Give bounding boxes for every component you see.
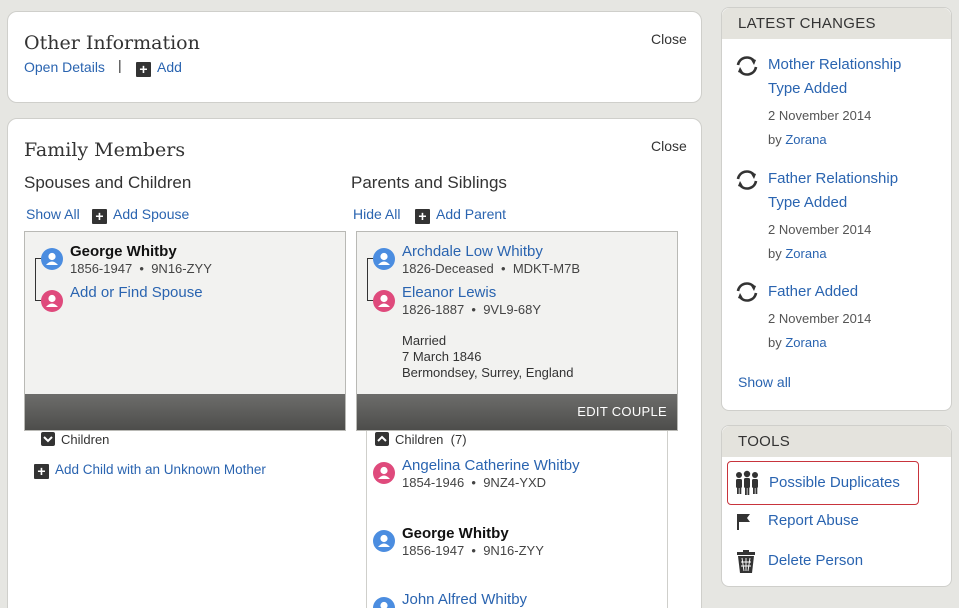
change-by: by Zorana xyxy=(768,246,827,261)
spouse-children-toggle[interactable]: Children xyxy=(41,432,109,447)
mother-dates: 1826-1887 • 9VL9-68Y xyxy=(402,302,542,317)
person-dates: 1856-1947 • 9N16-ZYY xyxy=(70,261,212,276)
change-user-link[interactable]: Zorana xyxy=(785,246,826,261)
show-all-changes-link[interactable]: Show all xyxy=(738,374,791,390)
add-child-label: Add Child with an Unknown Mother xyxy=(55,462,266,477)
possible-duplicates-button[interactable]: Possible Duplicates xyxy=(727,461,919,505)
chevron-down-icon xyxy=(41,432,55,446)
other-information-close-button[interactable]: Close xyxy=(651,31,687,47)
trash-icon xyxy=(735,550,757,579)
change-by: by Zorana xyxy=(768,335,827,350)
edit-couple-button[interactable]: EDIT COUPLE xyxy=(577,404,667,419)
delete-person-button[interactable]: Delete Person xyxy=(727,548,919,578)
person-female-icon xyxy=(373,462,395,484)
change-title-link[interactable]: Mother Relationship xyxy=(768,53,901,77)
chevron-up-icon xyxy=(375,432,389,446)
add-spouse-label: Add Spouse xyxy=(113,206,190,222)
person-name[interactable]: George Whitby xyxy=(70,243,177,260)
plus-icon: + xyxy=(34,464,49,479)
family-members-card: Family Members Close Spouses and Childre… xyxy=(7,118,702,608)
add-or-find-spouse-link[interactable]: Add or Find Spouse xyxy=(70,284,203,301)
change-user-link[interactable]: Zorana xyxy=(785,132,826,147)
change-title-link[interactable]: Type Added xyxy=(768,191,847,215)
person-female-icon xyxy=(41,290,63,312)
couple-action-bar: EDIT COUPLE xyxy=(357,394,677,430)
add-other-info-label: Add xyxy=(157,59,182,75)
father-name-link[interactable]: Archdale Low Whitby xyxy=(402,243,543,260)
flag-icon xyxy=(736,513,752,536)
spouse-couple-card: George Whitby 1856-1947 • 9N16-ZYY Add o… xyxy=(24,231,346,431)
parents-couple-card: Archdale Low Whitby 1826-Deceased • MDKT… xyxy=(356,231,678,431)
other-information-card: Other Information Close Open Details | +… xyxy=(7,11,702,103)
latest-changes-panel: LATEST CHANGES Mother Relationship Type … xyxy=(721,7,952,411)
married-place: Bermondsey, Surrey, England xyxy=(402,365,574,380)
link-separator: | xyxy=(118,57,122,73)
parents-children-toggle[interactable]: Children (7) xyxy=(375,432,467,447)
family-members-close-button[interactable]: Close xyxy=(651,138,687,154)
refresh-icon xyxy=(733,280,761,309)
change-title-link[interactable]: Type Added xyxy=(768,77,847,101)
person-male-icon xyxy=(373,530,395,552)
report-abuse-button[interactable]: Report Abuse xyxy=(727,508,919,538)
sibling-name-link[interactable]: Angelina Catherine Whitby xyxy=(402,457,580,474)
change-title-link[interactable]: Father Relationship xyxy=(768,167,898,191)
parents-siblings-heading: Parents and Siblings xyxy=(351,173,507,192)
sibling-dates: 1854-1946 • 9NZ4-YXD xyxy=(402,475,547,490)
plus-icon: + xyxy=(415,209,430,224)
refresh-icon xyxy=(733,54,761,83)
sibling-name-current[interactable]: George Whitby xyxy=(402,525,509,542)
person-male-icon xyxy=(41,248,63,270)
person-female-icon xyxy=(373,290,395,312)
married-label: Married xyxy=(402,333,447,348)
plus-icon: + xyxy=(92,209,107,224)
delete-person-label: Delete Person xyxy=(768,552,864,569)
other-information-title: Other Information xyxy=(24,32,200,54)
person-male-icon xyxy=(373,248,395,270)
married-date: 7 March 1846 xyxy=(402,349,482,364)
open-details-link[interactable]: Open Details xyxy=(24,59,105,75)
change-date: 2 November 2014 xyxy=(768,311,872,326)
change-by: by Zorana xyxy=(768,132,827,147)
spouses-children-heading: Spouses and Children xyxy=(24,173,192,192)
mother-name-link[interactable]: Eleanor Lewis xyxy=(402,284,496,301)
person-male-icon xyxy=(373,597,395,608)
sibling-dates: 1856-1947 • 9N16-ZYY xyxy=(402,543,544,558)
couple-action-bar xyxy=(25,394,345,430)
possible-duplicates-label: Possible Duplicates xyxy=(769,474,900,491)
add-spouse-button[interactable]: + Add Spouse xyxy=(92,206,189,224)
hide-all-link[interactable]: Hide All xyxy=(353,206,400,222)
plus-icon: + xyxy=(136,62,151,77)
tools-heading: TOOLS xyxy=(722,426,951,457)
show-all-link[interactable]: Show All xyxy=(26,206,80,222)
siblings-list: Children (7) Angelina Catherine Whitby 1… xyxy=(366,431,668,608)
latest-changes-heading: LATEST CHANGES xyxy=(722,8,951,39)
add-other-info-button[interactable]: + Add xyxy=(136,59,182,77)
father-dates: 1826-Deceased • MDKT-M7B xyxy=(402,261,580,276)
report-abuse-label: Report Abuse xyxy=(768,512,859,529)
sibling-name-link[interactable]: John Alfred Whitby xyxy=(402,591,527,608)
people-group-icon xyxy=(733,470,761,501)
add-parent-label: Add Parent xyxy=(436,206,507,222)
tools-panel: TOOLS Possible Duplicates Report Abuse D… xyxy=(721,425,952,587)
refresh-icon xyxy=(733,168,761,197)
change-user-link[interactable]: Zorana xyxy=(785,335,826,350)
add-child-unknown-mother-button[interactable]: + Add Child with an Unknown Mother xyxy=(34,462,266,479)
family-members-title: Family Members xyxy=(24,139,186,161)
change-title-link[interactable]: Father Added xyxy=(768,280,858,304)
change-date: 2 November 2014 xyxy=(768,108,872,123)
change-date: 2 November 2014 xyxy=(768,222,872,237)
add-parent-button[interactable]: + Add Parent xyxy=(415,206,506,224)
